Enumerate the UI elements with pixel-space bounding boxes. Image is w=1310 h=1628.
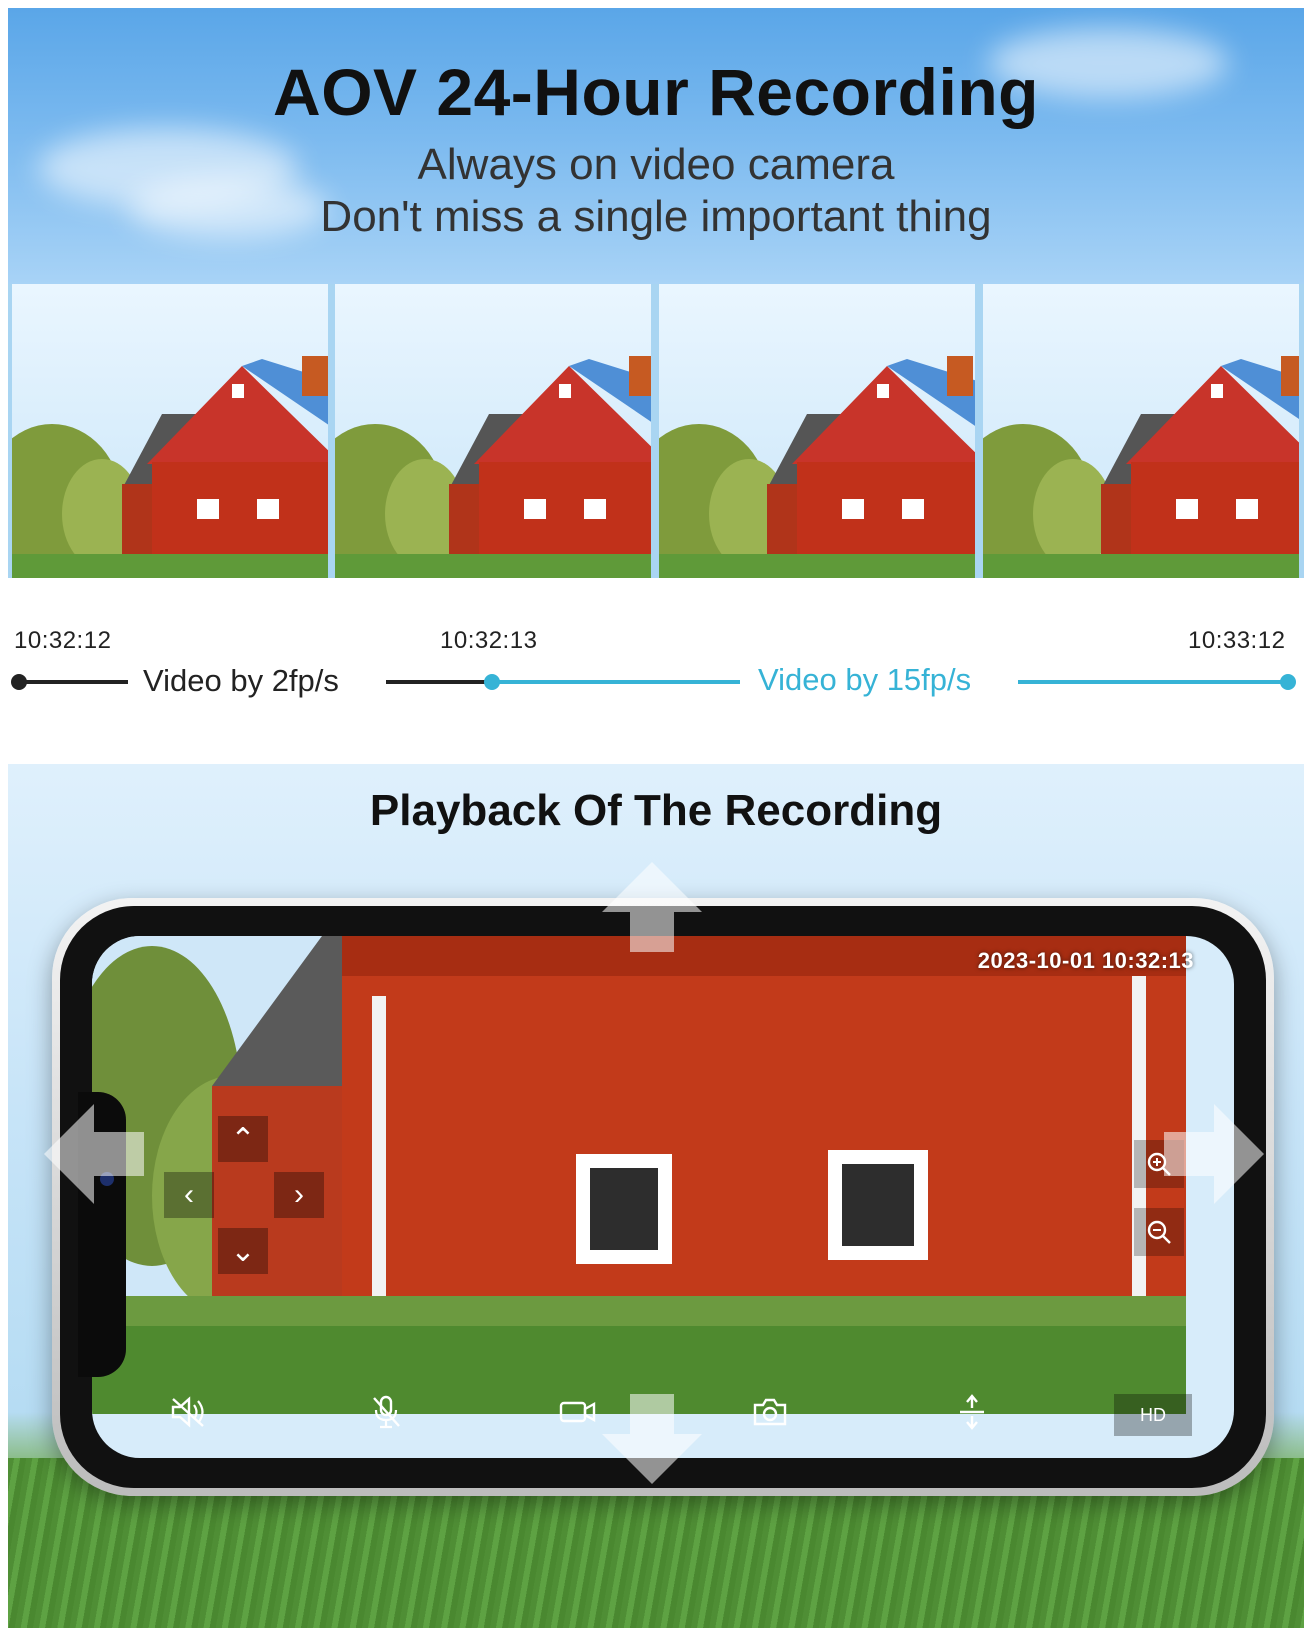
barn-frame-2 [335, 284, 651, 578]
video-screen[interactable]: 2023-10-01 10:32:13 ⌃ ⌄ ‹ › HD [92, 936, 1234, 1458]
chevron-up-icon: ⌃ [230, 1122, 256, 1156]
timeline-line-high-a [492, 680, 740, 684]
chevron-left-icon: ‹ [184, 1178, 194, 1211]
arrow-right-icon [1164, 1104, 1264, 1204]
speaker-toggle-button[interactable] [164, 1392, 212, 1432]
timestamp-end: 10:33:12 [1188, 627, 1286, 654]
flip-button[interactable] [948, 1392, 996, 1432]
snapshot-button[interactable] [746, 1392, 794, 1432]
flip-icon [960, 1394, 984, 1430]
high-rate-label: Video by 15fp/s [758, 662, 972, 697]
mute-speaker-icon [171, 1396, 204, 1428]
mute-mic-icon [373, 1395, 400, 1429]
chevron-down-icon: ⌄ [230, 1234, 256, 1268]
low-rate-label: Video by 2fp/s [143, 663, 339, 698]
arrow-up-icon [602, 862, 702, 952]
timeline-line-low-b [386, 680, 492, 684]
microphone-toggle-button[interactable] [362, 1392, 410, 1432]
timeline-end-dot [1280, 674, 1296, 690]
zoom-out-icon [1147, 1220, 1171, 1244]
barn-frame-3 [659, 284, 975, 578]
chevron-right-icon: › [294, 1178, 304, 1211]
quality-toggle-button[interactable]: HD [1114, 1394, 1192, 1436]
timestamp-mid: 10:32:13 [440, 627, 538, 654]
banner: AOV 24-Hour Recording Always on video ca… [8, 8, 1304, 284]
arrow-down-icon [602, 1394, 702, 1484]
barn-closeup [92, 936, 1186, 1414]
record-video-icon [559, 1401, 596, 1423]
snapshot-camera-icon [753, 1398, 787, 1426]
timeline-line-high-b [1018, 680, 1290, 684]
ptz-down-button[interactable]: ⌄ [218, 1228, 268, 1274]
barn-frame-4 [983, 284, 1299, 578]
zoom-out-button[interactable] [1134, 1208, 1184, 1256]
barn-frame-1 [12, 284, 328, 578]
timeline-line-low-a [20, 680, 128, 684]
playback-title: Playback Of The Recording [369, 786, 943, 835]
video-timestamp: 2023-10-01 10:32:13 [977, 948, 1194, 973]
ptz-left-button[interactable]: ‹ [164, 1172, 214, 1218]
banner-subtitle-line-1: Always on video camera [417, 140, 895, 189]
record-button[interactable] [554, 1392, 602, 1432]
ptz-right-button[interactable]: › [274, 1172, 324, 1218]
banner-subtitle-line-2: Don't miss a single important thing [320, 192, 992, 241]
arrow-left-icon [44, 1104, 144, 1204]
playback-section: Playback Of The Recording 2023-10-01 10:… [8, 764, 1304, 1628]
ptz-up-button[interactable]: ⌃ [218, 1116, 268, 1162]
photo-strip [8, 284, 1304, 578]
banner-title: AOV 24-Hour Recording [273, 55, 1039, 129]
timestamp-start: 10:32:12 [14, 627, 112, 654]
